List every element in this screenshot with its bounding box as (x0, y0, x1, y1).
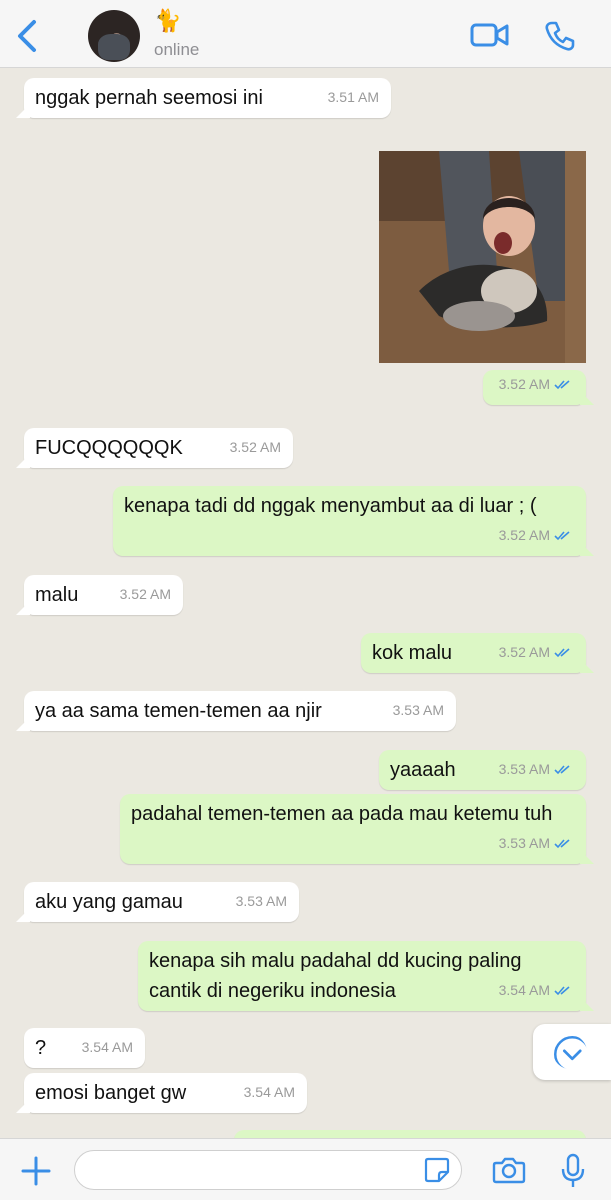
read-receipt-icon (554, 648, 570, 658)
message-text: emosi banget gw (35, 1082, 187, 1104)
cat-photo-image (379, 151, 586, 363)
message-outgoing[interactable]: kenapa tadi dd nggak menyambut aa di lua… (113, 486, 586, 556)
message-time: 3.53 AM (499, 828, 572, 858)
read-receipt-icon (554, 839, 570, 849)
contact-avatar[interactable] (88, 10, 140, 62)
message-text: kok malu (372, 642, 453, 664)
plus-icon[interactable] (20, 1155, 52, 1187)
message-time: 3.51 AM (327, 89, 379, 105)
message-input[interactable] (74, 1150, 462, 1190)
read-receipt-icon (554, 986, 570, 996)
read-receipt-icon (554, 765, 570, 775)
message-time: 3.53 AM (499, 754, 572, 784)
message-list[interactable]: nggak pernah seemosi ini 3.51 AM 3.52 AM… (0, 68, 611, 1138)
message-incoming[interactable]: nggak pernah seemosi ini 3.51 AM (24, 78, 391, 118)
message-time: 3.54 AM (81, 1039, 133, 1055)
message-text: yaaaah (390, 759, 456, 781)
microphone-icon[interactable] (560, 1153, 586, 1189)
message-incoming[interactable]: ya aa sama temen-temen aa njir 3.53 AM (24, 691, 456, 731)
message-text: aku yang gamau (35, 891, 183, 913)
message-outgoing[interactable]: kok malu 3.52 AM (361, 633, 586, 673)
message-incoming[interactable]: ? 3.54 AM (24, 1028, 145, 1068)
message-text: kenapa tadi dd nggak menyambut aa di lua… (124, 495, 537, 517)
message-outgoing[interactable]: 3.52 AM (483, 370, 586, 405)
message-time: 3.53 AM (235, 893, 287, 909)
camera-icon[interactable] (492, 1155, 526, 1185)
message-time: 3.52 AM (499, 520, 572, 550)
read-receipt-icon (554, 531, 570, 541)
message-time: 3.53 AM (392, 702, 444, 718)
chevron-down-icon (554, 1036, 587, 1069)
message-outgoing-partial[interactable] (234, 1130, 586, 1138)
video-call-icon[interactable] (470, 20, 510, 50)
scroll-to-bottom-button[interactable] (533, 1024, 611, 1080)
chat-header: 🐈 online (0, 0, 611, 68)
message-incoming[interactable]: emosi banget gw 3.54 AM (24, 1073, 307, 1113)
contact-status: online (154, 40, 200, 59)
message-text: ? (35, 1037, 47, 1059)
message-outgoing[interactable]: yaaaah 3.53 AM (379, 750, 586, 790)
message-time: 3.52 AM (499, 637, 572, 667)
message-text: FUCQQQQQQK (35, 437, 183, 459)
message-time: 3.52 AM (499, 369, 572, 399)
message-text: nggak pernah seemosi ini (35, 87, 263, 109)
image-message[interactable] (379, 151, 586, 363)
message-text: kenapa sih malu padahal dd kucing paling… (149, 950, 522, 1002)
message-incoming[interactable]: malu 3.52 AM (24, 575, 183, 615)
message-time: 3.52 AM (229, 439, 281, 455)
message-incoming[interactable]: FUCQQQQQQK 3.52 AM (24, 428, 293, 468)
message-outgoing[interactable]: kenapa sih malu padahal dd kucing paling… (138, 941, 586, 1011)
message-composer (0, 1138, 611, 1200)
message-outgoing[interactable]: padahal temen-temen aa pada mau ketemu t… (120, 794, 586, 864)
phone-call-icon[interactable] (544, 20, 576, 52)
message-incoming[interactable]: aku yang gamau 3.53 AM (24, 882, 299, 922)
message-time: 3.54 AM (243, 1084, 295, 1100)
message-time: 3.52 AM (119, 586, 171, 602)
message-text: malu (35, 584, 79, 606)
read-receipt-icon (554, 380, 570, 390)
sticker-icon[interactable] (424, 1157, 450, 1183)
message-time: 3.54 AM (499, 975, 572, 1005)
back-chevron-icon[interactable] (14, 18, 44, 54)
message-text: padahal temen-temen aa pada mau ketemu t… (131, 803, 553, 825)
contact-name[interactable]: 🐈 (154, 8, 181, 34)
message-text: ya aa sama temen-temen aa njir (35, 700, 322, 722)
